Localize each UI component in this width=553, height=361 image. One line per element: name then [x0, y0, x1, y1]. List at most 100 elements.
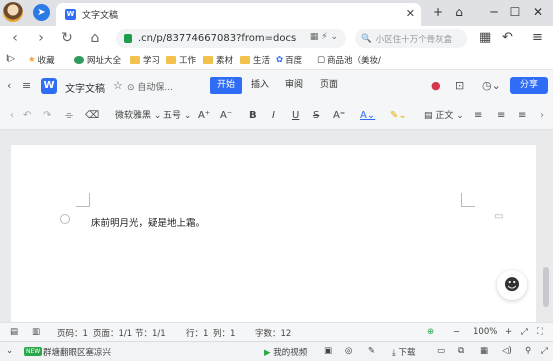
bold-icon[interactable]: B: [249, 108, 257, 124]
italic-icon[interactable]: I: [272, 108, 275, 124]
url-actions-icon[interactable]: ▦ ⚡ ⌄: [310, 32, 338, 42]
user-avatar[interactable]: [3, 2, 23, 22]
video-call-icon[interactable]: ⊡: [455, 79, 464, 92]
fit-width-icon[interactable]: ⤢: [521, 327, 528, 337]
history-icon[interactable]: ◷⌄: [482, 79, 501, 92]
image-icon[interactable]: ▣: [324, 346, 332, 356]
expand-icon[interactable]: ⌄: [6, 346, 13, 356]
pages-icon[interactable]: ▥: [32, 327, 40, 337]
url-field[interactable]: .cn/p/83774667083?from=docs ▦ ⚡ ⌄: [116, 29, 346, 48]
align-left-icon[interactable]: ≡: [474, 108, 482, 124]
bookmark-item-2[interactable]: 工作: [166, 54, 196, 66]
panel-icon[interactable]: ▭: [437, 346, 445, 356]
bookmark-item-1[interactable]: 学习: [130, 54, 160, 66]
tab-start[interactable]: 开始: [210, 77, 243, 94]
shirt-icon[interactable]: ⌂: [451, 5, 467, 19]
fullscreen-icon[interactable]: ⛶: [537, 327, 543, 337]
assistant-mascot-icon[interactable]: ☻: [497, 270, 527, 300]
align-right-icon[interactable]: ≡: [518, 108, 526, 124]
section-count: 节：1/1: [135, 329, 166, 339]
new-tab-icon[interactable]: +: [430, 5, 446, 19]
zoom-level[interactable]: 100%: [473, 327, 497, 337]
tab-review[interactable]: 审阅: [278, 77, 310, 94]
tab-title: 文字文稿: [82, 11, 119, 21]
grid-icon[interactable]: ▦: [480, 346, 488, 356]
favorites-button[interactable]: ★ 收藏: [28, 54, 55, 66]
close-tab-icon[interactable]: ✕: [406, 7, 415, 20]
list-icon[interactable]: ≡: [22, 79, 31, 92]
user-avatar-icon[interactable]: ●: [431, 79, 441, 92]
reload-icon[interactable]: ↻: [58, 29, 76, 47]
video-label: 我的视频: [273, 348, 308, 358]
compass-icon[interactable]: ➤: [33, 4, 50, 21]
menu-icon[interactable]: ≡: [532, 30, 543, 45]
share-button[interactable]: 分享: [510, 77, 548, 94]
font-select[interactable]: 微软雅黑 ⌄: [115, 108, 161, 124]
sound-icon[interactable]: ◁): [502, 346, 512, 356]
bookmark-label: 工作: [179, 56, 197, 66]
lock-icon: [124, 34, 132, 43]
video-button[interactable]: ▶ 我的视频: [264, 346, 307, 358]
bookmark-item-3[interactable]: 素材: [203, 54, 233, 66]
home-icon[interactable]: ⌂: [86, 29, 104, 47]
sidebar-toggle-icon[interactable]: I▷: [6, 54, 15, 64]
bookmark-label: 网址大全: [87, 56, 122, 66]
tabs-icon[interactable]: ⧉: [458, 346, 464, 356]
redo-icon[interactable]: ↷: [43, 108, 51, 124]
increase-font-icon[interactable]: A⁺: [198, 108, 210, 124]
close-window-icon[interactable]: ✕: [530, 5, 546, 19]
maximize-icon[interactable]: ☐: [507, 5, 523, 19]
prev-icon[interactable]: ‹: [10, 108, 14, 124]
zoom-in-icon[interactable]: +: [505, 327, 512, 337]
undo-icon[interactable]: ↶: [23, 108, 31, 124]
font-color-icon[interactable]: A⌄: [360, 108, 375, 124]
bookmark-item-4[interactable]: 生活: [240, 54, 270, 66]
baidu-icon: ✿: [276, 55, 284, 65]
folder-icon: [166, 56, 176, 64]
zoom-out-icon[interactable]: −: [453, 327, 460, 337]
star-outline-icon[interactable]: ☆: [113, 79, 123, 92]
brush-icon[interactable]: ✎: [368, 346, 375, 356]
search-input[interactable]: 🔍 小区住十万个骨灰盒: [355, 29, 467, 48]
forward-icon[interactable]: ›: [32, 29, 50, 47]
tab-page[interactable]: 页面: [313, 77, 345, 94]
superscript-icon[interactable]: A⁼: [333, 108, 345, 124]
page-count: 页面：1/1: [93, 329, 133, 339]
bookmark-item-5[interactable]: ✿ 百度: [276, 54, 302, 66]
comment-icon[interactable]: ▭: [494, 211, 503, 222]
strikethrough-icon[interactable]: S: [313, 108, 319, 124]
document-text[interactable]: 床前明月光，疑是地上霜。: [91, 215, 205, 229]
download-button[interactable]: ⤓ 下载: [392, 346, 415, 358]
undo-icon[interactable]: ↶: [502, 30, 513, 45]
paragraph-handle-icon[interactable]: [60, 214, 70, 224]
highlight-icon[interactable]: ✎⌄: [390, 108, 407, 124]
fullscreen-toggle-icon[interactable]: ⤢: [541, 346, 548, 356]
browser-tab[interactable]: W 文字文稿 ✕: [56, 3, 421, 26]
zoom-search-icon[interactable]: ⚲: [525, 346, 531, 356]
bookmarks-bar: I▷ ★ 收藏 网址大全 学习 工作 素材 生活 ✿ 百度 ▢ 商品池（美妆/: [0, 50, 553, 70]
col-position: 列：1: [213, 329, 236, 339]
tab-insert[interactable]: 插入: [244, 77, 276, 94]
document-page[interactable]: 床前明月光，疑是地上霜。 ▭: [11, 145, 536, 325]
format-painter-icon[interactable]: ⌯: [65, 108, 73, 124]
underline-icon[interactable]: U: [292, 108, 299, 124]
back-arrow-icon[interactable]: ‹: [7, 79, 11, 92]
minimize-icon[interactable]: ─: [486, 5, 502, 19]
outline-icon[interactable]: ▤: [10, 327, 18, 337]
back-icon[interactable]: ‹: [6, 29, 24, 47]
document-canvas: 床前明月光，疑是地上霜。 ▭: [0, 131, 553, 325]
bookmark-item-6[interactable]: ▢ 商品池（美妆/: [317, 54, 381, 66]
bookmark-item-0[interactable]: 网址大全: [74, 54, 121, 66]
eraser-icon[interactable]: ⌫: [85, 108, 99, 124]
size-select[interactable]: 五号 ⌄: [163, 108, 191, 124]
news-ticker[interactable]: 群塘翻眼区塞凉兴: [43, 346, 111, 358]
align-center-icon[interactable]: ≡: [497, 108, 505, 124]
document-title[interactable]: 文字文稿: [65, 80, 105, 95]
decrease-font-icon[interactable]: A⁻: [220, 108, 232, 124]
style-select[interactable]: ▤ 正文 ⌄: [424, 108, 464, 124]
capture-icon[interactable]: ◎: [345, 346, 352, 356]
grid-icon[interactable]: ▦: [479, 30, 491, 45]
vertical-scrollbar[interactable]: [543, 267, 549, 307]
more-tools-icon[interactable]: ›: [540, 108, 544, 124]
sync-icon[interactable]: ⊕: [427, 327, 434, 337]
